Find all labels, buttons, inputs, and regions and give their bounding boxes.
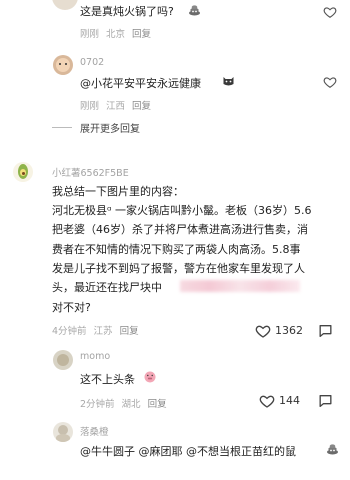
avatar[interactable] (53, 350, 73, 370)
poop-emoji-icon (189, 5, 200, 16)
chat-bubble-icon[interactable] (317, 393, 334, 409)
comment-text: 这不上头条 (80, 373, 135, 386)
avatar[interactable] (13, 162, 33, 182)
username[interactable]: 0702 (80, 57, 104, 68)
comment-line: 对不对? (52, 301, 91, 314)
reply-button[interactable]: 回复 (148, 399, 167, 410)
reply-button[interactable]: 回复 (132, 29, 151, 40)
comment-line: 我总结一下图片里的内容： (52, 185, 184, 198)
comment-line: 把老婆（46岁）杀了并将尸体煮进高汤进行售卖，消 (52, 223, 308, 236)
blurred-image-strip (180, 280, 300, 292)
like-heart-icon[interactable] (323, 5, 337, 19)
username[interactable]: momo (80, 351, 110, 362)
comment-time: 2分钟前 (80, 399, 115, 410)
comment-line: 头，最近还在找尸块中 (52, 281, 162, 294)
expand-more-replies[interactable]: 展开更多回复 (80, 120, 140, 135)
reply-button[interactable]: 回复 (120, 326, 139, 337)
comment-time: 刚刚 (80, 29, 100, 40)
poop-emoji-icon (327, 444, 338, 455)
chat-bubble-icon[interactable] (317, 323, 334, 339)
pig-emoji-icon (144, 371, 156, 383)
like-count: 1362 (275, 324, 303, 337)
comment-meta: 2分钟前 湖北 回复 (80, 396, 174, 410)
avatar[interactable] (53, 55, 73, 75)
cat-emoji-icon (223, 77, 234, 86)
comment-line: 费者在不知情的情况下购买了两袋人肉高汤。5.8事 (52, 243, 301, 256)
expand-line (52, 127, 72, 128)
comment-meta: 刚刚 北京 回复 (80, 26, 158, 40)
comment-time: 4分钟前 (52, 326, 87, 337)
comment-location: 江苏 (93, 326, 113, 337)
avatar[interactable] (52, 0, 78, 10)
avatar[interactable] (53, 422, 73, 442)
comment-text: @小花平安平安永远健康 (80, 77, 201, 90)
comment-location: 湖北 (121, 399, 141, 410)
comment-line: 河北无极县ᵅ 一家火锅店叫黔小鬣。老板（36岁）5.6 (52, 204, 312, 217)
like-count: 144 (279, 394, 300, 407)
comment-time: 刚刚 (80, 101, 100, 112)
comment-line: 发是儿子找不到妈了报警，警方在他家车里发现了人 (52, 262, 305, 275)
comment-meta: 4分钟前 江苏 回复 (52, 323, 146, 337)
like-heart-icon[interactable] (259, 393, 275, 409)
comment-text: 这是真炖火锅了吗? (80, 5, 174, 18)
username[interactable]: 落桑橙 (80, 424, 109, 438)
reply-button[interactable]: 回复 (132, 101, 151, 112)
comment-location: 北京 (106, 29, 126, 40)
comment-meta: 刚刚 江西 回复 (80, 98, 158, 112)
like-heart-icon[interactable] (323, 75, 337, 89)
comment-text: @牛牛圆子 @麻团耶 @不想当根正苗红的鼠 (80, 445, 296, 458)
like-heart-icon[interactable] (255, 323, 271, 339)
comment-location: 江西 (106, 101, 126, 112)
username[interactable]: 小红薯6562F5BE (52, 165, 129, 179)
